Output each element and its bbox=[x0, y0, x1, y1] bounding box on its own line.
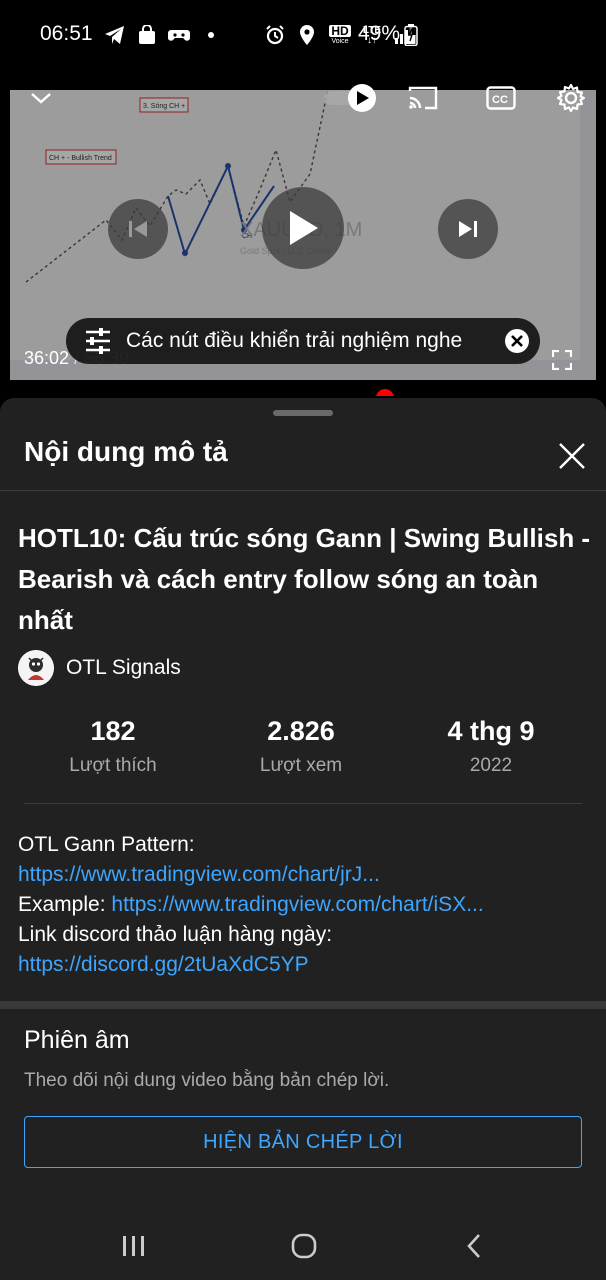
location-icon bbox=[296, 24, 318, 46]
close-sheet-icon[interactable] bbox=[552, 436, 592, 476]
sheet-title: Nội dung mô tả bbox=[24, 436, 228, 467]
hd-voice-icon: HD Voice bbox=[328, 24, 352, 46]
current-time: 36:02 bbox=[24, 348, 70, 368]
description-sheet: Nội dung mô tả HOTL10: Cấu trúc sóng Gan… bbox=[0, 398, 606, 1280]
desc-link[interactable]: https://www.tradingview.com/chart/jrJ... bbox=[18, 863, 380, 886]
home-icon[interactable] bbox=[284, 1230, 324, 1262]
toast-text: Các nút điều khiển trải nghiệm nghe bbox=[126, 329, 463, 352]
show-transcript-button[interactable]: HIỆN BẢN CHÉP LỜI bbox=[24, 1116, 582, 1168]
transcript-title: Phiên âm bbox=[24, 1026, 130, 1054]
desc-line: Example: bbox=[18, 893, 106, 916]
stat-likes: 182 Lượt thích bbox=[13, 716, 213, 777]
desc-link[interactable]: https://discord.gg/2tUaXdC5YP bbox=[18, 953, 309, 976]
desc-link[interactable]: https://www.tradingview.com/chart/iSX... bbox=[111, 893, 483, 916]
stat-value: 4 thg 9 bbox=[447, 716, 535, 746]
status-notification-icons bbox=[104, 22, 222, 48]
dot-icon bbox=[200, 24, 222, 46]
settings-gear-icon[interactable] bbox=[554, 82, 588, 114]
toast-close-icon[interactable] bbox=[504, 328, 530, 354]
channel-name[interactable]: OTL Signals bbox=[66, 656, 181, 680]
play-button[interactable] bbox=[262, 187, 344, 269]
transcript-subtitle: Theo dõi nội dung video bằng bản chép lờ… bbox=[24, 1070, 390, 1091]
channel-row[interactable]: OTL Signals bbox=[18, 650, 181, 686]
stats-divider bbox=[24, 803, 582, 804]
battery-percent: 49% bbox=[358, 22, 401, 45]
description-text: OTL Gann Pattern: https://www.tradingvie… bbox=[18, 830, 598, 980]
back-icon[interactable] bbox=[454, 1230, 494, 1262]
channel-avatar[interactable] bbox=[18, 650, 54, 686]
fullscreen-icon[interactable] bbox=[550, 348, 574, 372]
status-bar: 06:51 HD Voice LTE ↓↑ 49% bbox=[0, 0, 606, 72]
listening-controls-toast[interactable]: Các nút điều khiển trải nghiệm nghe bbox=[66, 318, 540, 364]
recent-apps-icon[interactable] bbox=[114, 1230, 154, 1262]
cast-icon[interactable] bbox=[406, 84, 440, 112]
video-title: HOTL10: Cấu trúc sóng Gann | Swing Bulli… bbox=[18, 523, 591, 635]
stat-label: Lượt thích bbox=[69, 755, 157, 776]
stat-value: 2.826 bbox=[267, 716, 335, 746]
alarm-icon bbox=[264, 24, 286, 46]
battery-icon bbox=[400, 24, 422, 46]
stat-views: 2.826 Lượt xem bbox=[201, 716, 401, 777]
svg-text:CC: CC bbox=[492, 94, 508, 106]
shopping-bag-icon bbox=[136, 24, 158, 46]
previous-video-button[interactable] bbox=[108, 199, 168, 259]
desc-line: Link discord thảo luận hàng ngày: bbox=[18, 923, 333, 946]
status-time: 06:51 bbox=[40, 22, 93, 45]
system-nav-bar bbox=[0, 1210, 606, 1280]
autoplay-toggle[interactable] bbox=[322, 84, 378, 112]
hd-label: HD bbox=[329, 23, 351, 38]
game-controller-icon bbox=[168, 24, 190, 46]
video-player[interactable]: 3. Sóng CH + CH + - Bullish Trend CH XAU… bbox=[0, 80, 606, 396]
minimize-chevron-icon[interactable] bbox=[26, 86, 56, 110]
voice-label: Voice bbox=[331, 37, 349, 45]
stat-date: 4 thg 9 2022 bbox=[391, 716, 591, 777]
stat-label: 2022 bbox=[469, 755, 513, 776]
captions-icon[interactable]: CC bbox=[484, 84, 518, 112]
telegram-icon bbox=[104, 24, 126, 46]
desc-line: OTL Gann Pattern: bbox=[18, 833, 195, 856]
stat-label: Lượt xem bbox=[259, 755, 343, 776]
section-separator bbox=[0, 1001, 606, 1009]
drag-handle[interactable] bbox=[273, 410, 333, 416]
header-divider bbox=[0, 490, 606, 491]
next-video-button[interactable] bbox=[438, 199, 498, 259]
sliders-icon bbox=[84, 328, 112, 354]
stat-value: 182 bbox=[90, 716, 136, 746]
